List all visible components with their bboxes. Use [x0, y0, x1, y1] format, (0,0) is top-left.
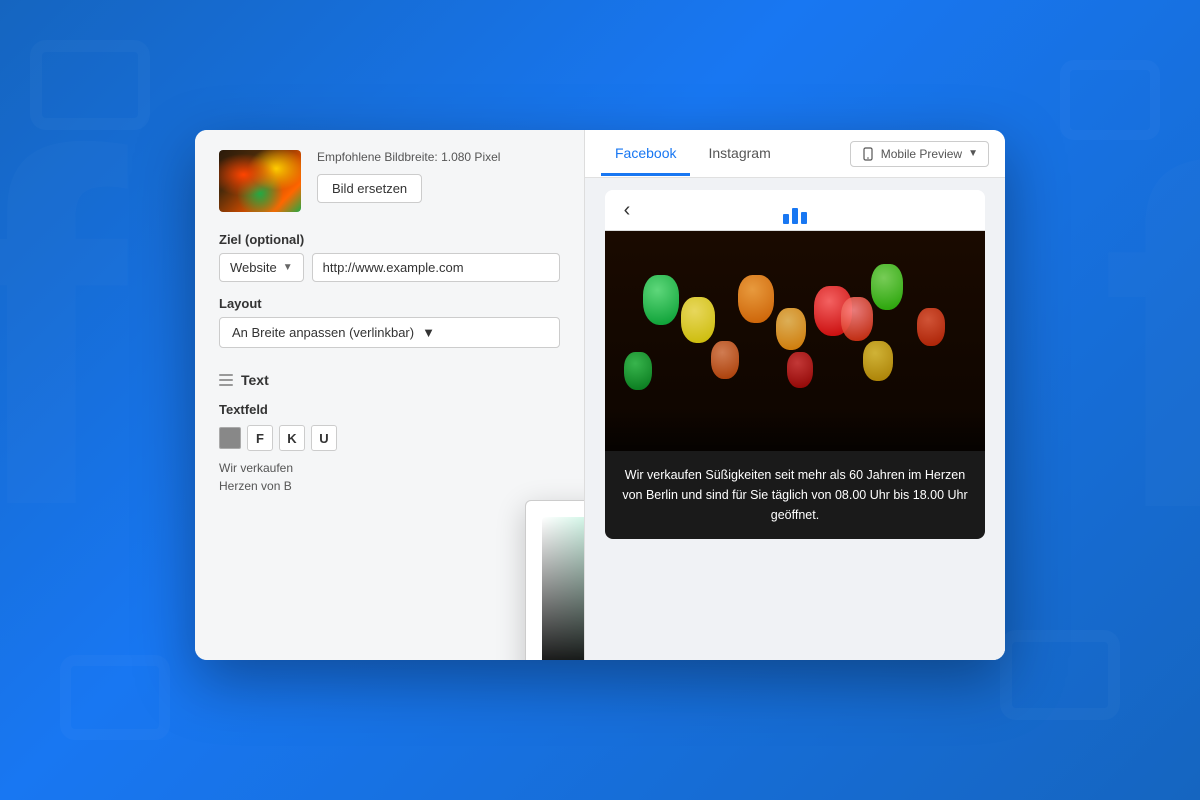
mobile-preview-button[interactable]: Mobile Preview ▼ — [850, 141, 989, 167]
text-preview: Wir verkaufen Herzen von B — [219, 459, 560, 495]
replace-image-button[interactable]: Bild ersetzen — [317, 174, 422, 203]
text-section-title: Text — [241, 372, 269, 388]
main-card: Empfohlene Bildbreite: 1.080 Pixel Bild … — [195, 130, 1005, 660]
ziel-field-row: Website ▼ — [219, 253, 560, 282]
italic-button[interactable]: K — [279, 425, 305, 451]
textfeld-section: Textfeld F K U Wir verkaufen Herzen von … — [219, 402, 560, 495]
gummy-scene — [605, 231, 985, 451]
right-panel: Facebook Instagram Mobile Preview ▼ ‹ — [585, 130, 1005, 660]
tab-instagram[interactable]: Instagram — [694, 131, 784, 176]
preview-text-box: Wir verkaufen Süßigkeiten seit mehr als … — [605, 451, 985, 539]
url-input[interactable] — [312, 253, 560, 282]
drag-handle[interactable] — [219, 374, 233, 386]
gradient-dark-overlay — [542, 517, 585, 660]
underline-button[interactable]: U — [311, 425, 337, 451]
preview-card: ‹ — [605, 190, 985, 539]
back-button[interactable]: ‹ — [613, 199, 641, 222]
preview-image — [605, 231, 985, 451]
left-panel: Empfohlene Bildbreite: 1.080 Pixel Bild … — [195, 130, 585, 660]
tab-facebook[interactable]: Facebook — [601, 131, 690, 176]
image-section: Empfohlene Bildbreite: 1.080 Pixel Bild … — [219, 150, 560, 212]
preview-area: ‹ — [585, 178, 1005, 660]
color-swatch[interactable] — [219, 427, 241, 449]
color-gradient-area[interactable] — [542, 517, 585, 660]
color-picker-popup: # Schließen — [525, 500, 585, 660]
dropdown-arrow-icon: ▼ — [283, 262, 293, 273]
tab-bar: Facebook Instagram Mobile Preview ▼ — [585, 130, 1005, 178]
textfeld-label: Textfeld — [219, 402, 560, 417]
layout-dropdown[interactable]: An Breite anpassen (verlinkbar) ▼ — [219, 317, 560, 348]
ziel-label: Ziel (optional) — [219, 232, 560, 247]
bold-button[interactable]: F — [247, 425, 273, 451]
preview-nav-bar: ‹ — [605, 190, 985, 231]
preview-arrow-icon: ▼ — [968, 148, 978, 159]
mobile-icon — [861, 147, 875, 161]
layout-label: Layout — [219, 296, 560, 311]
image-size-label: Empfohlene Bildbreite: 1.080 Pixel — [317, 150, 560, 164]
text-toolbar: F K U — [219, 425, 560, 451]
text-section: Text — [219, 368, 560, 388]
website-dropdown[interactable]: Website ▼ — [219, 253, 304, 282]
thumbnail-image — [219, 150, 301, 212]
image-info: Empfohlene Bildbreite: 1.080 Pixel Bild … — [317, 150, 560, 203]
stats-icon — [777, 196, 813, 224]
preview-text-content: Wir verkaufen Süßigkeiten seit mehr als … — [621, 465, 969, 525]
layout-arrow-icon: ▼ — [422, 325, 435, 340]
